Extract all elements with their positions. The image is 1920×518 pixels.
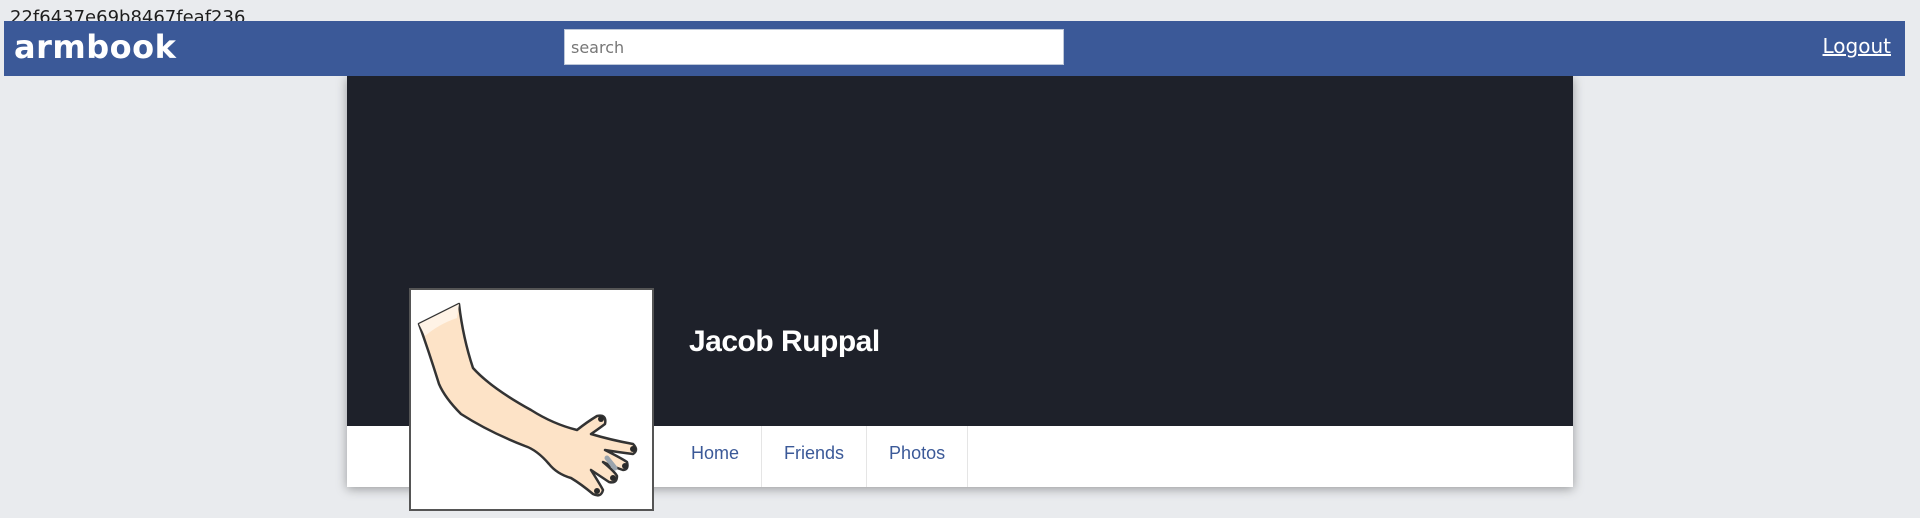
nav-home[interactable]: Home xyxy=(669,426,763,487)
profile-avatar[interactable] xyxy=(409,288,654,511)
logout-link[interactable]: Logout xyxy=(1823,34,1891,58)
arm-drawing-icon xyxy=(417,302,638,497)
top-navigation-bar: armbook Logout xyxy=(4,21,1905,76)
brand-logo[interactable]: armbook xyxy=(14,25,176,69)
nav-photos[interactable]: Photos xyxy=(867,426,969,487)
profile-name: Jacob Ruppal xyxy=(689,325,880,358)
nav-friends[interactable]: Friends xyxy=(762,426,868,487)
search-input[interactable] xyxy=(564,29,1064,65)
profile-nav: Home Friends Photos xyxy=(669,426,969,487)
